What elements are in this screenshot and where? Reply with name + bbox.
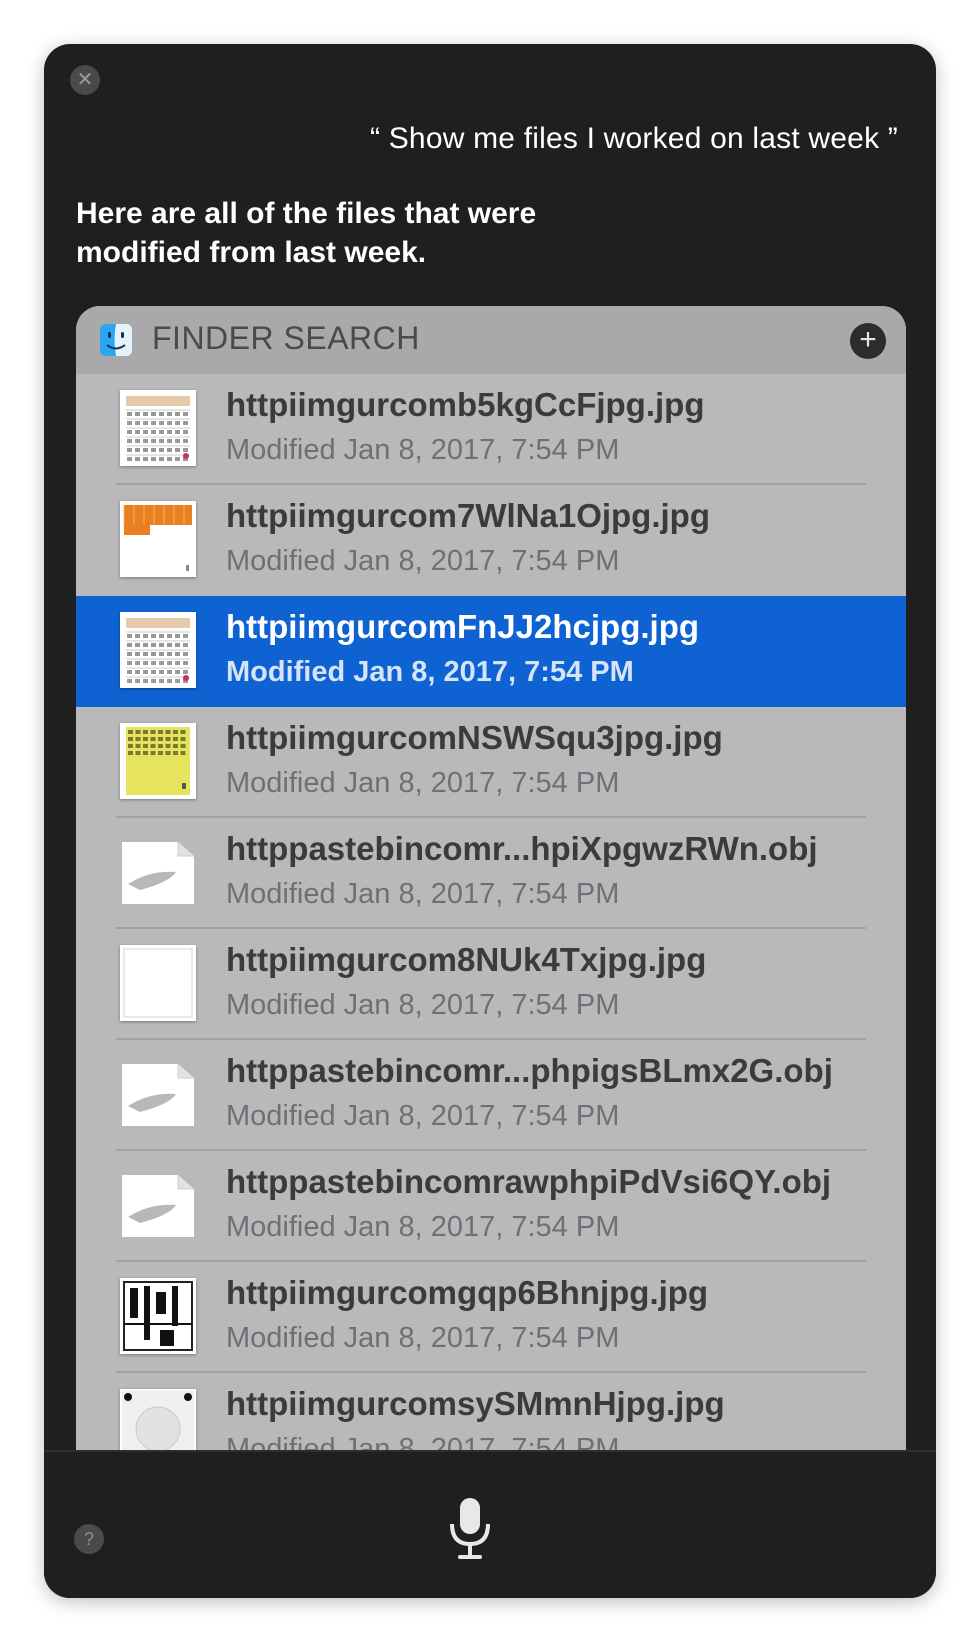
file-row[interactable]: httpiimgurcom8NUk4Txjpg.jpg Modified Jan … — [76, 929, 906, 1040]
file-row[interactable]: httppastebincomr...phpigsBLmx2G.obj Modif… — [76, 1040, 906, 1151]
close-icon[interactable]: ✕ — [70, 65, 100, 95]
user-query-text: “ Show me files I worked on last week ” — [370, 122, 898, 155]
siri-window: ✕ “ Show me files I worked on last week … — [44, 44, 936, 1598]
file-thumbnail-icon — [120, 501, 196, 577]
file-row[interactable]: httppastebincomrawphpiPdVsi6QY.obj Modifi… — [76, 1151, 906, 1262]
panel-header[interactable]: FINDER SEARCH + — [76, 306, 906, 374]
file-thumbnail-icon — [120, 1278, 196, 1354]
file-modified-date: Modified Jan 8, 2017, 7:54 PM — [226, 989, 620, 1021]
file-row[interactable]: httpiimgurcomgqp6Bhnjpg.jpg Modified Jan … — [76, 1262, 906, 1373]
file-thumbnail-icon — [120, 390, 196, 466]
file-name: httpiimgurcomFnJJ2hcjpg.jpg — [226, 608, 700, 645]
bottom-bar: ? — [44, 1450, 936, 1598]
file-thumbnail-icon — [120, 834, 196, 910]
file-modified-date: Modified Jan 8, 2017, 7:54 PM — [226, 1211, 620, 1243]
file-row[interactable]: httpiimgurcomNSWSqu3jpg.jpg Modified Jan … — [76, 707, 906, 818]
file-modified-date: Modified Jan 8, 2017, 7:54 PM — [226, 767, 620, 799]
file-name: httppastebincomrawphpiPdVsi6QY.obj — [226, 1163, 832, 1200]
siri-response-text: Here are all of the files that were modi… — [76, 197, 537, 269]
file-row[interactable]: httpiimgurcom7WlNa1Ojpg.jpg Modified Jan … — [76, 485, 906, 596]
file-name: httpiimgurcomNSWSqu3jpg.jpg — [226, 719, 723, 756]
file-name: httppastebincomr...hpiXpgwzRWn.obj — [226, 830, 818, 867]
question-icon[interactable]: ? — [74, 1524, 104, 1554]
file-name: httpiimgurcom7WlNa1Ojpg.jpg — [226, 497, 710, 534]
file-name: httppastebincomr...phpigsBLmx2G.obj — [226, 1052, 833, 1089]
file-list: httpiimgurcomb5kgCcFjpg.jpg Modified Jan … — [76, 374, 906, 1484]
file-row[interactable]: httpiimgurcomb5kgCcFjpg.jpg Modified Jan … — [76, 374, 906, 485]
file-modified-date: Modified Jan 8, 2017, 7:54 PM — [226, 1100, 620, 1132]
panel-title: FINDER SEARCH — [152, 320, 420, 356]
file-thumbnail-icon — [120, 612, 196, 688]
file-thumbnail-icon — [120, 723, 196, 799]
finder-icon — [100, 324, 132, 356]
file-name: httpiimgurcom8NUk4Txjpg.jpg — [226, 941, 707, 978]
file-modified-date: Modified Jan 8, 2017, 7:54 PM — [226, 878, 620, 910]
file-modified-date: Modified Jan 8, 2017, 7:54 PM — [226, 545, 620, 577]
file-thumbnail-icon — [120, 1167, 196, 1243]
microphone-icon[interactable] — [448, 1496, 492, 1562]
file-row[interactable]: httpiimgurcomFnJJ2hcjpg.jpg Modified Jan … — [76, 596, 906, 707]
file-name: httpiimgurcomb5kgCcFjpg.jpg — [226, 386, 705, 423]
finder-search-panel: FINDER SEARCH + httpiimgurcomb5kgCcFjpg.… — [76, 306, 906, 1492]
file-thumbnail-icon — [120, 1056, 196, 1132]
file-row[interactable]: httppastebincomr...hpiXpgwzRWn.obj Modifi… — [76, 818, 906, 929]
file-thumbnail-icon — [120, 945, 196, 1021]
file-modified-date: Modified Jan 8, 2017, 7:54 PM — [226, 434, 620, 466]
file-modified-date: Modified Jan 8, 2017, 7:54 PM — [226, 1322, 620, 1354]
plus-icon[interactable]: + — [850, 323, 886, 359]
file-name: httpiimgurcomsySMmnHjpg.jpg — [226, 1385, 725, 1422]
file-name: httpiimgurcomgqp6Bhnjpg.jpg — [226, 1274, 709, 1311]
file-modified-date: Modified Jan 8, 2017, 7:54 PM — [226, 656, 634, 688]
